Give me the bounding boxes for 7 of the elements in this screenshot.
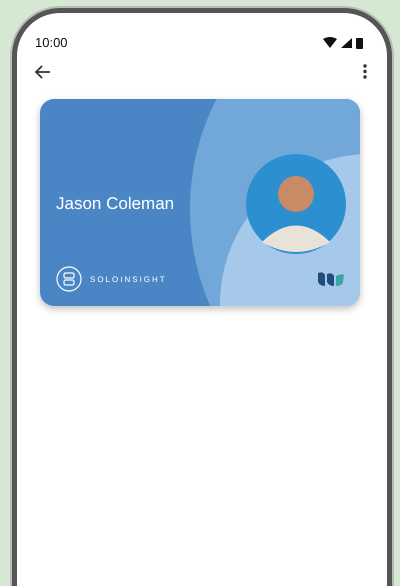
status-time: 10:00 xyxy=(35,35,68,50)
card-holder-name: Jason Coleman xyxy=(56,194,174,214)
logo-mark-icon xyxy=(318,271,344,287)
more-options-icon[interactable] xyxy=(363,64,367,79)
logo-icon xyxy=(56,266,82,292)
brand-wordmark: SOLOINSIGHT xyxy=(90,274,167,284)
back-arrow-icon[interactable] xyxy=(35,64,51,78)
